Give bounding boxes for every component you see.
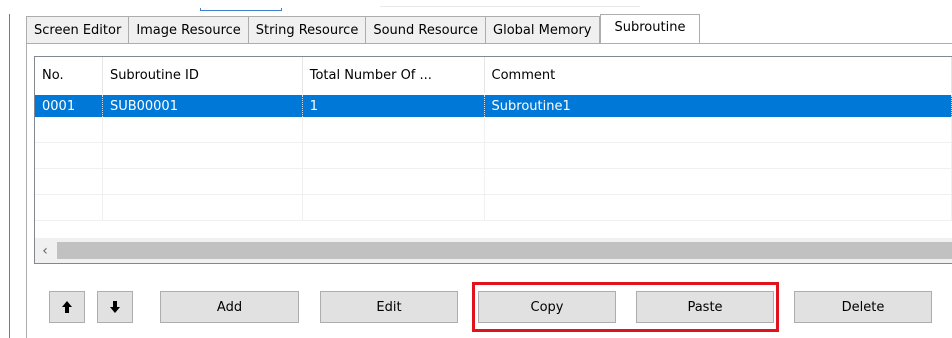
list-body: 0001 SUB00001 1 Subroutine1 (35, 93, 952, 221)
tab-global-memory[interactable]: Global Memory (485, 16, 600, 44)
horizontal-scrollbar[interactable]: ‹ (35, 238, 952, 263)
tab-label: String Resource (255, 23, 359, 38)
subroutine-list[interactable]: No. Subroutine ID Total Number Of ... Co… (34, 56, 952, 264)
add-button[interactable]: Add (160, 291, 299, 323)
cell-no: 0001 (35, 95, 103, 117)
empty-row (35, 143, 952, 169)
partial-control-fragment (200, 8, 282, 11)
column-header-total-number[interactable]: Total Number Of ... (303, 57, 485, 93)
window-left-border (9, 14, 10, 338)
copy-button[interactable]: Copy (478, 291, 616, 323)
tab-label: Global Memory (493, 23, 592, 38)
tab-strip: Screen Editor Image Resource String Reso… (26, 14, 701, 44)
cell-total-number: 1 (303, 95, 485, 117)
scroll-left-icon[interactable]: ‹ (35, 239, 55, 263)
empty-row (35, 169, 952, 195)
column-header-subroutine-id[interactable]: Subroutine ID (103, 57, 303, 93)
move-down-button[interactable] (97, 291, 133, 323)
delete-button-label: Delete (841, 299, 885, 315)
edit-button-label: Edit (376, 299, 402, 315)
column-header-label: Subroutine ID (109, 67, 199, 83)
edit-button[interactable]: Edit (320, 291, 458, 323)
tab-label: Subroutine (614, 20, 686, 35)
move-up-button[interactable] (49, 291, 85, 323)
tab-label: Sound Resource (373, 23, 479, 38)
tab-string-resource[interactable]: String Resource (247, 16, 366, 44)
cell-comment: Subroutine1 (485, 95, 952, 117)
tab-image-resource[interactable]: Image Resource (128, 16, 248, 44)
column-header-label: No. (42, 67, 64, 83)
paste-button[interactable]: Paste (636, 291, 774, 323)
cell-subroutine-id: SUB00001 (103, 95, 303, 117)
column-header-label: Total Number Of ... (309, 67, 432, 83)
tab-screen-editor[interactable]: Screen Editor (26, 16, 129, 44)
arrow-down-icon (110, 301, 120, 313)
column-header-comment[interactable]: Comment (485, 57, 952, 93)
tab-sound-resource[interactable]: Sound Resource (365, 16, 486, 44)
paste-button-label: Paste (687, 299, 723, 315)
column-header-label: Comment (491, 67, 556, 83)
scrollbar-thumb[interactable] (57, 242, 952, 259)
list-header: No. Subroutine ID Total Number Of ... Co… (35, 57, 952, 93)
tab-label: Image Resource (136, 23, 241, 38)
column-header-no[interactable]: No. (35, 57, 103, 93)
empty-row (35, 195, 952, 221)
partial-divider (380, 6, 640, 7)
tab-subroutine[interactable]: Subroutine (599, 14, 701, 44)
empty-row (35, 117, 952, 143)
copy-button-label: Copy (530, 299, 564, 315)
table-row[interactable]: 0001 SUB00001 1 Subroutine1 (35, 95, 952, 117)
delete-button[interactable]: Delete (794, 291, 932, 323)
tab-label: Screen Editor (34, 23, 122, 38)
add-button-label: Add (216, 299, 243, 315)
arrow-up-icon (62, 301, 72, 313)
